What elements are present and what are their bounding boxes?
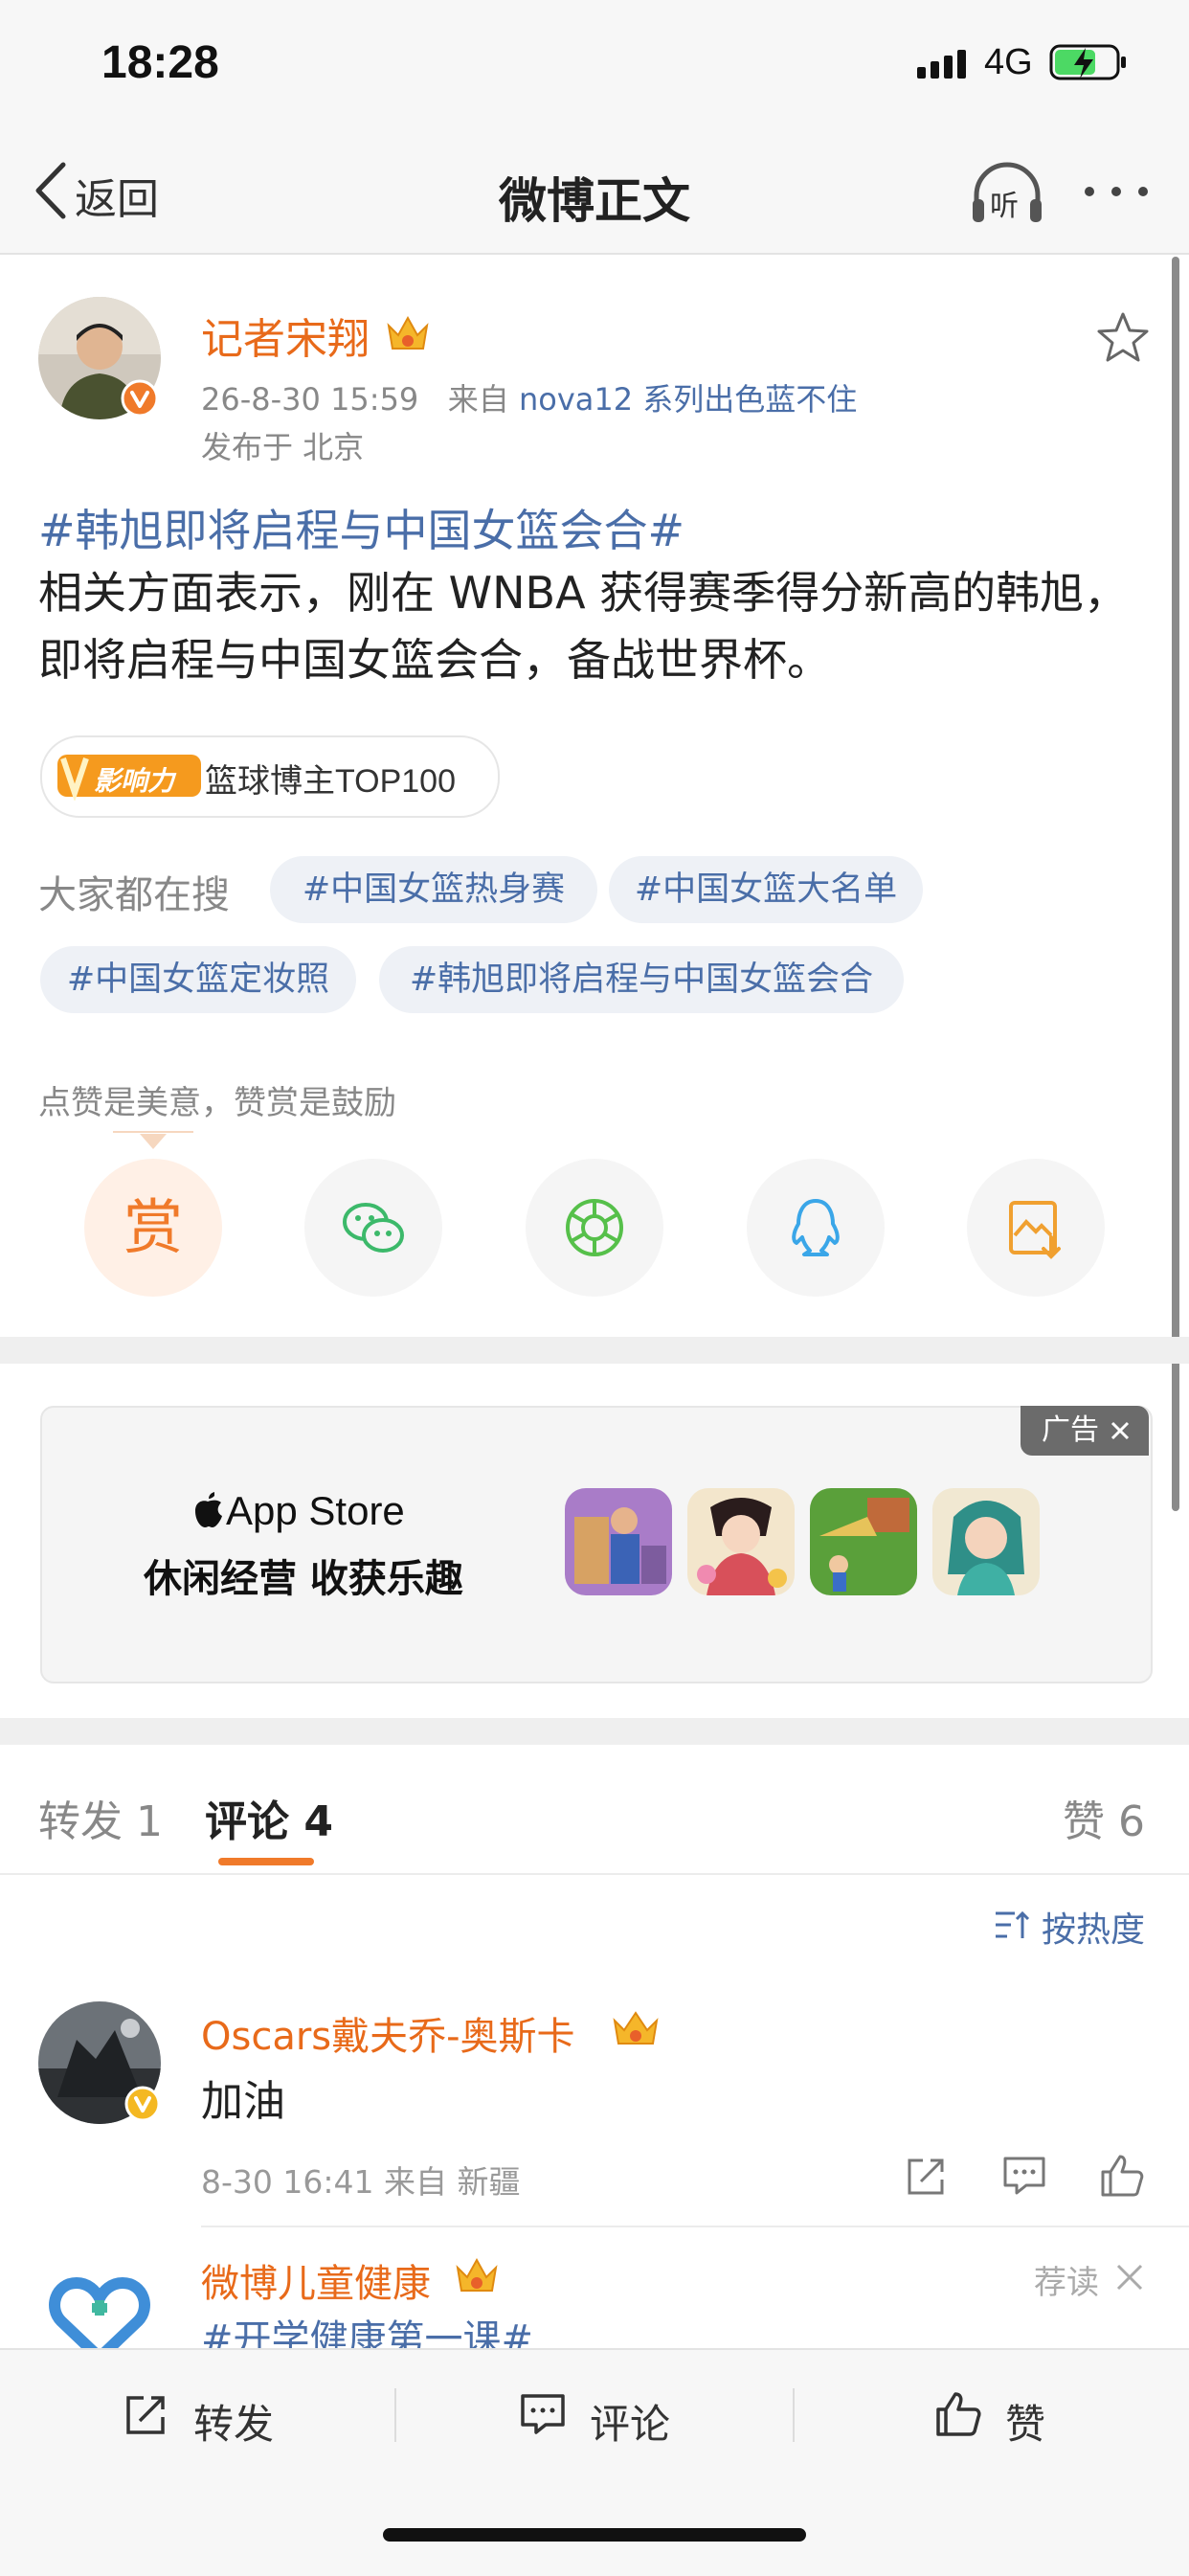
ad-slogan: 休闲经营 收获乐趣 (144, 1557, 463, 1601)
reward-pointer (113, 1131, 193, 1149)
post-hashtag[interactable]: #韩旭即将启程与中国女篮会合# (38, 496, 684, 559)
moments-icon (566, 1199, 623, 1256)
status-time: 18:28 (101, 37, 219, 88)
crown-icon (613, 2011, 659, 2045)
scrollbar[interactable] (1172, 257, 1179, 1511)
share-moments-button[interactable] (526, 1159, 663, 1297)
repost-button[interactable]: 转发 (123, 2384, 295, 2448)
section-divider (0, 1337, 1189, 1364)
author-name[interactable]: 记者宋翔 (201, 305, 370, 366)
reward-button[interactable]: 赏 (84, 1159, 222, 1297)
sort-icon[interactable] (994, 1909, 1032, 1942)
listen-button[interactable]: 听 (969, 161, 1045, 228)
nav-bar: 返回 微博正文 听 (0, 134, 1189, 255)
post-location: 发布于 北京 (201, 429, 365, 465)
post-timestamp: 26-8-30 15:59 (201, 381, 419, 418)
repost-label: 转发 (193, 2401, 275, 2448)
trending-chip[interactable]: #中国女篮定妆照 (40, 946, 356, 1013)
game-icon (932, 1488, 1040, 1595)
wechat-icon (343, 1203, 404, 1253)
verified-badge-icon (124, 2086, 161, 2122)
more-icon[interactable] (1082, 182, 1151, 201)
network-type: 4G (984, 42, 1033, 82)
crown-icon (456, 2257, 498, 2292)
crown-icon (387, 315, 429, 350)
tabs-divider (0, 1873, 1189, 1875)
repost-icon (126, 2396, 165, 2434)
tab-likes[interactable]: 赞 6 (1063, 1787, 1145, 1848)
section-divider (0, 1718, 1189, 1745)
sort-button[interactable]: 按热度 (1042, 1902, 1145, 1952)
influence-badge[interactable]: 影响力 篮球博主TOP100 (40, 735, 500, 818)
like-icon (936, 2392, 981, 2436)
comment-repost-icon[interactable] (904, 2153, 950, 2199)
save-image-button[interactable] (967, 1159, 1105, 1297)
comment-text: 加油 (201, 2077, 285, 2126)
comment-like-icon[interactable] (1099, 2153, 1145, 2199)
recommend-tag: 荐读 (1034, 2264, 1099, 2302)
favorite-star-icon[interactable] (1095, 310, 1151, 364)
tab-comments[interactable]: 评论 4 (205, 1787, 333, 1848)
status-bar: 18:28 4G (0, 0, 1189, 134)
active-tab-indicator (218, 1858, 314, 1865)
bar-separator (793, 2388, 795, 2442)
comment-separator (201, 2226, 1189, 2227)
verified-badge-icon (121, 379, 159, 418)
like-button[interactable]: 赞 (934, 2384, 1068, 2448)
game-icon (687, 1488, 795, 1595)
ad-brand: App Store (226, 1488, 405, 1533)
influence-label: 篮球博主TOP100 (205, 763, 457, 800)
close-icon[interactable] (1114, 2262, 1145, 2293)
qq-icon (792, 1199, 840, 1256)
post-source[interactable]: nova12 系列出色蓝不住 (519, 381, 857, 418)
listen-label: 听 (990, 190, 1019, 223)
trending-chip[interactable]: #中国女篮大名单 (609, 856, 923, 923)
game-icon (810, 1488, 917, 1595)
bottom-action-bar: 转发 评论 赞 (0, 2348, 1189, 2576)
share-wechat-button[interactable] (304, 1159, 442, 1297)
trending-chip[interactable]: #韩旭即将启程与中国女篮会合 (379, 946, 904, 1013)
close-icon[interactable] (1109, 1419, 1132, 1442)
ad-tag-label: 广告 (1042, 1413, 1099, 1447)
comment-icon (521, 2394, 565, 2434)
home-indicator[interactable] (383, 2528, 806, 2542)
reward-hint-text: 点赞是美意，赞赏是鼓励 (38, 1084, 396, 1122)
ad-tag[interactable]: 广告 (1021, 1406, 1149, 1456)
commenter-name[interactable]: 微博儿童健康 (201, 2252, 431, 2308)
commenter-name[interactable]: Oscars戴夫乔-奥斯卡 (201, 2005, 575, 2061)
tab-reposts[interactable]: 转发 1 (38, 1787, 163, 1848)
apple-icon (195, 1492, 222, 1527)
comment-button[interactable]: 评论 (519, 2384, 691, 2448)
reward-label: 赏 (123, 1192, 183, 1262)
comment-label: 评论 (590, 2401, 671, 2448)
bar-separator (394, 2388, 396, 2442)
share-qq-button[interactable] (747, 1159, 885, 1297)
save-image-icon (1009, 1201, 1061, 1259)
signal-icon (917, 50, 966, 79)
game-icon (565, 1488, 672, 1595)
post-body: 相关方面表示，刚在 WNBA 获得赛季得分新高的韩旭，即将启程与中国女篮会合，备… (38, 567, 1129, 686)
trending-label: 大家都在搜 (38, 873, 230, 917)
comment-reply-icon[interactable] (1001, 2153, 1047, 2199)
source-prefix: 来自 (447, 381, 509, 418)
trending-chip[interactable]: #中国女篮热身赛 (270, 856, 597, 923)
post-meta: 26-8-30 15:59 来自 nova12 系列出色蓝不住 (201, 375, 857, 419)
comment-meta: 8-30 16:41 来自 新疆 (201, 2163, 521, 2201)
influence-badge-text: 影响力 (94, 765, 175, 797)
battery-icon (1049, 44, 1126, 80)
like-label: 赞 (1005, 2401, 1046, 2448)
